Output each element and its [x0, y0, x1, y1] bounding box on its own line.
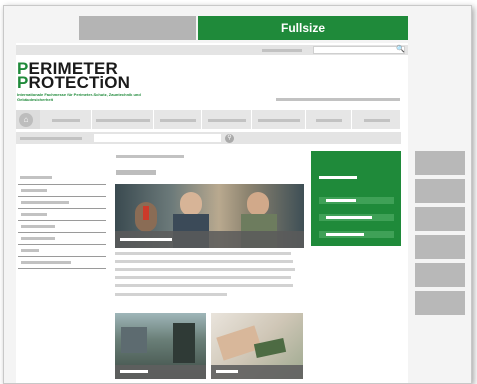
side-panel-button[interactable]: [415, 179, 465, 203]
sidebar-item[interactable]: [21, 249, 39, 252]
logo-tagline: Internationale Fachmesse für Perimeter-S…: [17, 92, 141, 102]
teaser-text-line: [115, 284, 293, 287]
utility-link[interactable]: [262, 49, 302, 52]
sidebar-item[interactable]: [21, 189, 47, 192]
header-info-text: [276, 98, 400, 101]
side-panel-button[interactable]: [415, 151, 465, 175]
sidebar-item[interactable]: [21, 225, 55, 228]
side-panel-button[interactable]: [415, 263, 465, 287]
side-panel-button[interactable]: [415, 207, 465, 231]
teaser-text-line: [115, 252, 291, 255]
teaser-text-line: [115, 260, 293, 263]
thumbnail-image-1[interactable]: [115, 313, 206, 379]
sidebar-divider: [18, 232, 106, 233]
teaser-text-line: [115, 268, 295, 271]
sidebar-heading: [20, 176, 52, 179]
nav-item-label: [52, 119, 80, 122]
nav-item-label: [258, 119, 300, 122]
quicklink-label: [326, 233, 364, 236]
sidebar-divider: [18, 244, 106, 245]
side-panel-button[interactable]: [415, 235, 465, 259]
side-panel-button[interactable]: [415, 291, 465, 315]
content-overline: [116, 155, 184, 158]
thumb-structure: [173, 323, 195, 363]
thumbnail-image-2[interactable]: [211, 313, 303, 379]
nav-item-label: [208, 119, 246, 122]
logo-line-2[interactable]: PROTECTiON: [17, 74, 130, 91]
tab-fullsize-view[interactable]: Fullsize: [198, 16, 408, 40]
quicklinks-heading: [319, 176, 357, 179]
nav-item-label: [160, 119, 196, 122]
hero-caption: [120, 238, 172, 241]
magnifier-icon[interactable]: ⚲: [225, 134, 234, 143]
sidebar-divider: [18, 184, 106, 185]
hero-face: [247, 192, 269, 216]
search-icon[interactable]: 🔍: [396, 45, 405, 53]
tab-mobile-view[interactable]: [79, 16, 196, 40]
teaser-text-line: [115, 293, 227, 296]
site-search-input[interactable]: [313, 46, 405, 54]
home-icon[interactable]: ⌂: [19, 113, 33, 127]
sidebar-divider: [18, 196, 106, 197]
sidebar-divider: [18, 268, 106, 269]
thumbnail-caption: [120, 370, 148, 373]
nav-item-label: [364, 119, 390, 122]
quicklink-label: [326, 216, 372, 219]
teaser-text-line: [115, 276, 291, 279]
nav-item-label: [96, 119, 150, 122]
thumbnail-caption: [216, 370, 238, 373]
sidebar-divider: [18, 208, 106, 209]
sidebar-divider: [18, 256, 106, 257]
hero-face: [180, 192, 202, 216]
breadcrumb[interactable]: [20, 137, 82, 140]
sidebar-item[interactable]: [21, 201, 69, 204]
hero-red-light: [143, 206, 149, 220]
logo-initial-2: P: [17, 73, 29, 92]
sidebar-item[interactable]: [21, 237, 55, 240]
quicklink-label: [326, 199, 356, 202]
sidebar-item[interactable]: [21, 261, 71, 264]
sidebar-item[interactable]: [21, 213, 47, 216]
nav-item-label: [316, 119, 342, 122]
logo-text-2: ROTECTiON: [28, 73, 131, 92]
sub-search-input[interactable]: [94, 134, 221, 142]
content-heading: [116, 170, 156, 175]
sidebar-divider: [18, 220, 106, 221]
thumb-booth: [121, 327, 147, 353]
